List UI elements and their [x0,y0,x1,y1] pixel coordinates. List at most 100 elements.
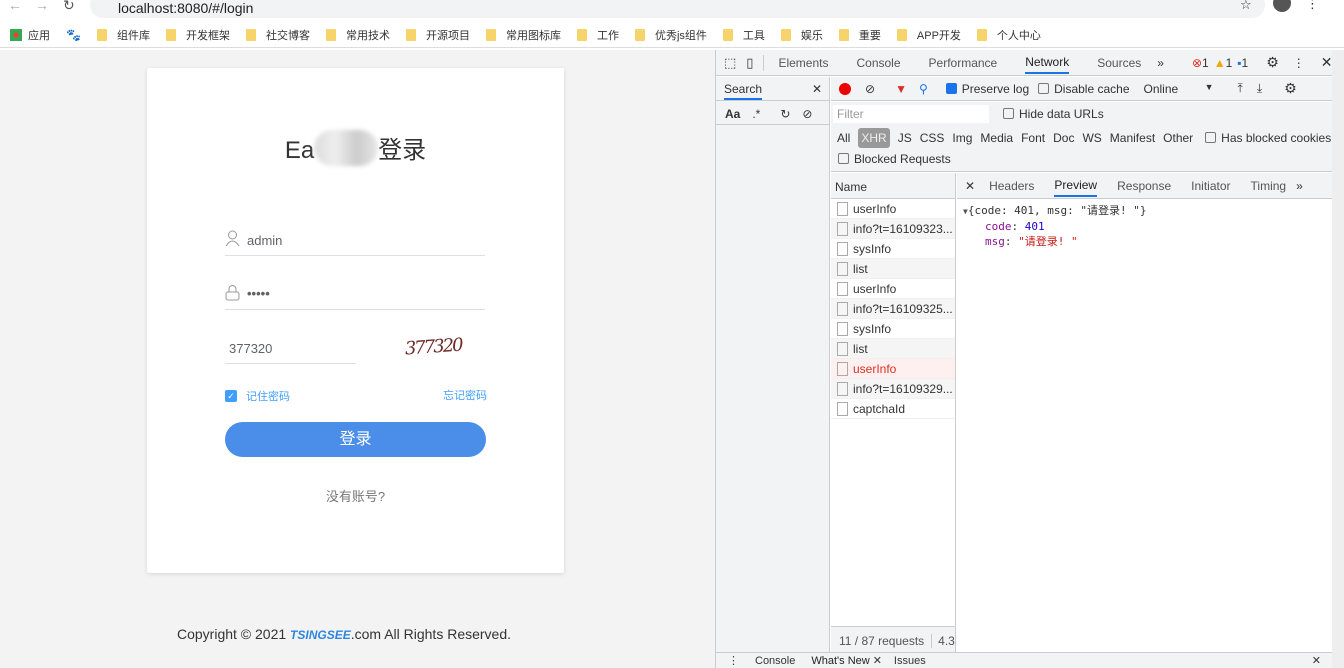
drawer-tab-issues[interactable]: Issues [894,655,926,667]
tab-network[interactable]: Network [1025,51,1070,74]
close-search-icon[interactable]: ✕ [812,82,822,96]
bookmark-folder[interactable]: 工作 [576,27,619,43]
type-manifest[interactable]: Manifest [1110,131,1155,145]
has-blocked-cookies-checkbox[interactable]: Has blocked cookies [1205,131,1331,145]
star-icon[interactable]: ☆ [1240,0,1252,13]
close-devtools-icon[interactable]: ✕ [1321,54,1333,71]
error-icon[interactable]: ⊗ [1192,56,1202,70]
type-img[interactable]: Img [952,131,972,145]
back-icon[interactable]: ← [8,0,22,13]
request-row[interactable]: userInfo [831,279,955,299]
tab-performance[interactable]: Performance [929,56,998,70]
type-doc[interactable]: Doc [1053,131,1074,145]
request-row[interactable]: info?t=16109325... [831,299,955,319]
type-js[interactable]: JS [898,131,912,145]
register-link[interactable]: 没有账号? [147,486,564,505]
tab-headers[interactable]: Headers [989,179,1034,193]
search-icon[interactable]: ⚲ [919,82,928,96]
bookmark-folder[interactable]: 开发框架 [165,27,230,43]
tab-response[interactable]: Response [1117,179,1171,193]
address-bar[interactable]: localhost:8080/#/login [90,0,1265,18]
device-toggle-icon[interactable]: ▯ [746,54,765,71]
bookmark-folder[interactable]: 重要 [838,27,881,43]
password-input[interactable]: ••••• [225,278,485,310]
search-tab[interactable]: Search [724,78,763,100]
request-row[interactable]: sysInfo [831,319,955,339]
tab-console[interactable]: Console [856,56,900,70]
close-tab-icon[interactable]: ✕ [873,654,882,667]
type-font[interactable]: Font [1021,131,1045,145]
request-row[interactable]: sysInfo [831,239,955,259]
bookmark-folder[interactable]: 常用图标库 [485,27,561,43]
menu-icon[interactable]: ⋮ [1306,0,1319,12]
clear-log-icon[interactable]: ⊘ [865,82,875,96]
json-root[interactable]: ▼{code: 401, msg: "请登录! "} [963,203,1147,219]
tab-initiator[interactable]: Initiator [1191,179,1230,193]
refresh-icon[interactable]: ↻ [780,107,790,121]
tab-preview[interactable]: Preview [1054,174,1098,197]
bookmark-baidu[interactable]: 🐾 [66,28,81,42]
tab-elements[interactable]: Elements [778,56,828,70]
settings-icon[interactable]: ⚙ [1266,54,1279,71]
disable-cache-checkbox[interactable]: Disable cache [1038,82,1130,96]
bookmark-folder[interactable]: 个人中心 [976,27,1041,43]
tab-sources[interactable]: Sources [1097,56,1141,70]
captcha-input[interactable]: 377320 [225,332,356,364]
bookmark-folder[interactable]: 工具 [722,27,765,43]
bookmark-folder[interactable]: 优秀js组件 [634,27,707,43]
request-row[interactable]: captchaId [831,399,955,419]
request-row[interactable]: list [831,259,955,279]
more-menu-icon[interactable]: ⋮ [1293,56,1305,70]
inspect-icon[interactable]: ⬚ [724,55,736,71]
name-column-header[interactable]: Name [831,173,955,199]
username-input[interactable]: admin [225,224,485,256]
bookmark-folder[interactable]: 开源项目 [405,27,470,43]
drawer-tab-console[interactable]: Console [755,655,795,667]
throttle-select[interactable]: Online ▼ [1144,82,1214,96]
type-media[interactable]: Media [980,131,1013,145]
request-row[interactable]: userInfo [831,199,955,219]
record-icon[interactable] [839,82,851,95]
drawer-menu-icon[interactable]: ⋮ [728,654,739,667]
filter-input[interactable]: Filter [833,105,989,123]
close-details-icon[interactable]: ✕ [965,179,975,193]
request-row[interactable]: info?t=16109323... [831,219,955,239]
type-all[interactable]: All [837,131,850,145]
reload-icon[interactable]: ↻ [63,0,75,14]
bookmark-folder[interactable]: 社交博客 [245,27,310,43]
bookmark-folder[interactable]: 娱乐 [780,27,823,43]
bookmark-folder[interactable]: 常用技术 [325,27,390,43]
more-tabs-icon[interactable]: » [1157,56,1164,70]
drawer-tab-whats-new[interactable]: What's New [811,655,869,667]
close-drawer-icon[interactable]: ✕ [1312,654,1321,667]
warning-icon[interactable]: ▲ [1214,56,1226,70]
login-button[interactable]: 登录 [225,422,486,457]
forward-icon[interactable]: → [35,0,49,13]
scrollbar[interactable] [1332,50,1344,668]
clear-icon[interactable]: ⊘ [802,107,812,121]
remember-checkbox[interactable]: ✓ 记住密码 [225,388,290,404]
request-row[interactable]: userInfo [831,359,955,379]
blocked-requests-checkbox[interactable]: Blocked Requests [838,152,951,166]
match-case-button[interactable]: Aa [725,107,740,121]
request-row[interactable]: list [831,339,955,359]
network-settings-icon[interactable]: ⚙ [1284,80,1297,97]
regex-button[interactable]: .* [752,107,760,121]
bookmark-folder[interactable]: 组件库 [96,27,150,43]
more-detail-tabs-icon[interactable]: » [1296,179,1303,193]
export-har-icon[interactable]: ⤓ [1257,81,1262,96]
request-row[interactable]: info?t=16109329... [831,379,955,399]
preserve-log-checkbox[interactable]: Preserve log [945,82,1029,96]
import-har-icon[interactable]: ⤒ [1238,81,1243,96]
type-xhr[interactable]: XHR [858,128,890,148]
bookmark-apps[interactable]: 应用 [10,27,50,43]
captcha-image[interactable]: 377320 [396,327,486,369]
bookmark-folder[interactable]: APP开发 [896,27,961,43]
forgot-password-link[interactable]: 忘记密码 [443,387,487,403]
type-css[interactable]: CSS [920,131,945,145]
profile-avatar[interactable] [1273,0,1291,12]
tab-timing[interactable]: Timing [1251,179,1287,193]
type-other[interactable]: Other [1163,131,1193,145]
type-ws[interactable]: WS [1082,131,1101,145]
hide-data-urls-checkbox[interactable]: Hide data URLs [1003,107,1104,121]
